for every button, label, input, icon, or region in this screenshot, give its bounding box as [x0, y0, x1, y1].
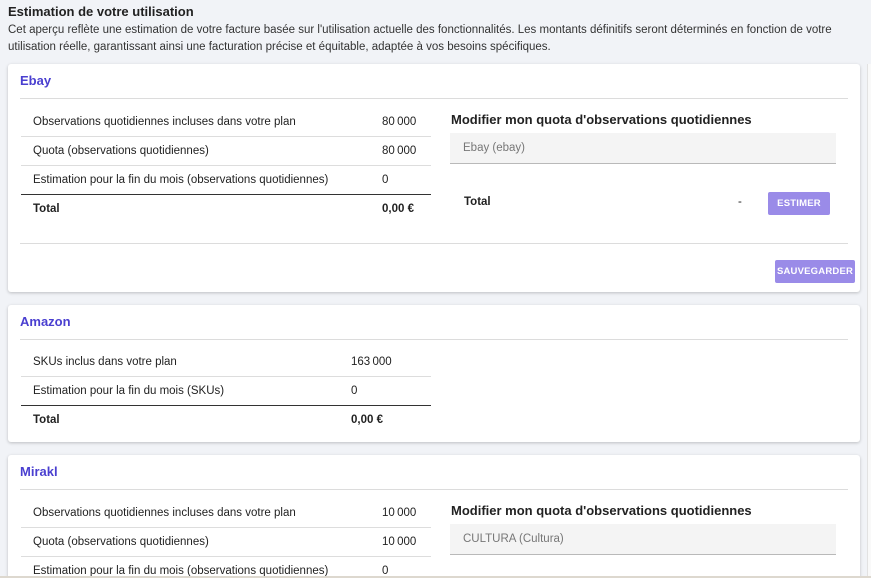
table-row: SKUs inclus dans votre plan 163 000 [21, 348, 431, 377]
card-divider [20, 339, 848, 340]
page-title: Estimation de votre utilisation [8, 4, 194, 19]
row-label: Observations quotidiennes incluses dans … [33, 116, 296, 128]
row-value: 0 [351, 385, 358, 397]
row-label: Observations quotidiennes incluses dans … [33, 507, 296, 519]
row-value: 0,00 € [382, 203, 414, 215]
table-row: Quota (observations quotidiennes) 10 000 [21, 528, 431, 557]
mirakl-card-title: Mirakl [20, 464, 58, 479]
page-description: Cet aperçu reflète une estimation de vot… [8, 24, 832, 53]
estimate-total-label: Total [464, 196, 491, 208]
table-row-total: Total 0,00 € [21, 406, 431, 435]
row-value: 80 000 [382, 116, 417, 128]
row-label: Quota (observations quotidiennes) [33, 536, 209, 548]
row-label: SKUs inclus dans votre plan [33, 356, 177, 368]
marketplace-select[interactable]: CULTURA (Cultura) [450, 524, 836, 555]
row-label: Estimation pour la fin du mois (SKUs) [33, 385, 225, 397]
table-row: Estimation pour la fin du mois (observat… [21, 557, 431, 578]
row-label: Total [33, 203, 60, 215]
row-value: 10 000 [382, 507, 417, 519]
select-value: CULTURA (Cultura) [463, 533, 564, 545]
table-row: Observations quotidiennes incluses dans … [21, 108, 431, 137]
table-row: Observations quotidiennes incluses dans … [21, 499, 431, 528]
row-value: 163 000 [351, 356, 392, 368]
row-value: 0 [382, 174, 389, 186]
ebay-card: Ebay Observations quotidiennes incluses … [8, 64, 860, 292]
table-row: Estimation pour la fin du mois (observat… [21, 166, 431, 195]
table-row: Estimation pour la fin du mois (SKUs) 0 [21, 377, 431, 406]
row-label: Total [33, 414, 60, 426]
estimate-total-value: - [738, 196, 742, 208]
save-button[interactable]: SAUVEGARDER [775, 260, 855, 283]
select-value: Ebay (ebay) [463, 142, 526, 154]
mirakl-card: Mirakl Observations quotidiennes incluse… [8, 455, 860, 578]
estimate-button[interactable]: ESTIMER [768, 192, 830, 215]
card-divider [20, 98, 848, 99]
amazon-card: Amazon SKUs inclus dans votre plan 163 0… [8, 305, 860, 442]
amazon-card-title: Amazon [20, 314, 71, 329]
card-divider [20, 243, 848, 244]
quota-title: Modifier mon quota d'observations quotid… [451, 503, 752, 518]
scroll-edge [867, 64, 871, 578]
row-label: Quota (observations quotidiennes) [33, 145, 209, 157]
row-value: 10 000 [382, 536, 417, 548]
table-row: Quota (observations quotidiennes) 80 000 [21, 137, 431, 166]
quota-title: Modifier mon quota d'observations quotid… [451, 112, 752, 127]
table-row-total: Total 0,00 € [21, 195, 431, 224]
row-label: Estimation pour la fin du mois (observat… [33, 174, 329, 186]
ebay-card-title: Ebay [20, 73, 52, 88]
card-divider [20, 489, 848, 490]
row-value: 0,00 € [351, 414, 383, 426]
row-value: 80 000 [382, 145, 417, 157]
marketplace-select[interactable]: Ebay (ebay) [450, 133, 836, 164]
